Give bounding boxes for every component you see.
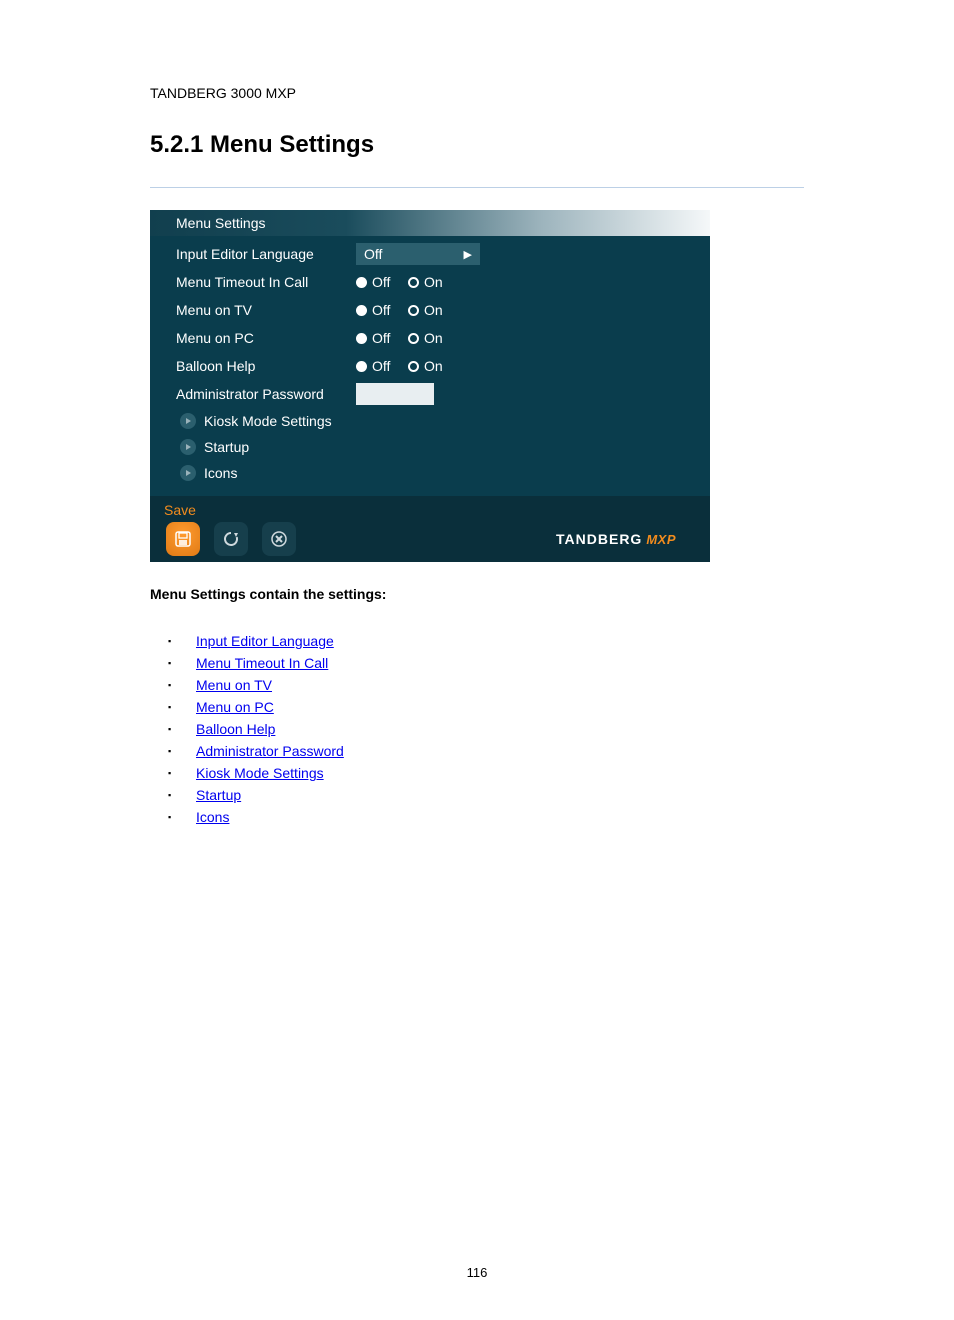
list-item: Administrator Password <box>168 740 804 762</box>
row-menu-on-pc: Menu on PC Off On <box>176 324 684 352</box>
radio-label: On <box>424 302 443 318</box>
link-menu-timeout[interactable]: Menu Timeout In Call <box>196 655 328 671</box>
radio-dot-icon <box>356 305 367 316</box>
radio-dot-icon <box>356 333 367 344</box>
subitem-startup[interactable]: Startup <box>176 434 684 460</box>
link-balloon-help[interactable]: Balloon Help <box>196 721 275 737</box>
radio-menu-pc-on[interactable]: On <box>408 330 460 346</box>
panel-body: Input Editor Language Off ▶ Menu Timeout… <box>150 236 710 496</box>
refresh-button[interactable] <box>214 522 248 556</box>
list-item: Startup <box>168 784 804 806</box>
chevron-right-icon: ▶ <box>464 248 472 261</box>
row-menu-on-tv: Menu on TV Off On <box>176 296 684 324</box>
list-item: Icons <box>168 806 804 828</box>
row-input-editor-language: Input Editor Language Off ▶ <box>176 240 684 268</box>
floppy-icon <box>174 530 192 548</box>
label-menu-timeout: Menu Timeout In Call <box>176 274 356 290</box>
menu-settings-panel: Menu Settings Input Editor Language Off … <box>150 210 710 562</box>
label-balloon-help: Balloon Help <box>176 358 356 374</box>
radio-label: On <box>424 358 443 374</box>
radio-menu-timeout-on[interactable]: On <box>408 274 460 290</box>
link-startup[interactable]: Startup <box>196 787 241 803</box>
list-item: Kiosk Mode Settings <box>168 762 804 784</box>
link-kiosk-mode-settings[interactable]: Kiosk Mode Settings <box>196 765 324 781</box>
subitem-label: Kiosk Mode Settings <box>204 413 332 429</box>
arrow-circle-icon <box>180 465 196 481</box>
radio-dot-icon <box>408 361 419 372</box>
radio-balloon-off[interactable]: Off <box>356 358 408 374</box>
link-menu-on-pc[interactable]: Menu on PC <box>196 699 274 715</box>
label-menu-on-pc: Menu on PC <box>176 330 356 346</box>
list-item: Menu Timeout In Call <box>168 652 804 674</box>
radio-label: Off <box>372 358 390 374</box>
administrator-password-field[interactable] <box>356 383 434 405</box>
row-balloon-help: Balloon Help Off On <box>176 352 684 380</box>
close-icon <box>270 530 288 548</box>
row-menu-timeout: Menu Timeout In Call Off On <box>176 268 684 296</box>
subitem-label: Startup <box>204 439 249 455</box>
row-administrator-password: Administrator Password <box>176 380 684 408</box>
page-number: 116 <box>0 1265 954 1280</box>
panel-title: Menu Settings <box>150 210 710 236</box>
radio-menu-tv-on[interactable]: On <box>408 302 460 318</box>
select-input-editor-language[interactable]: Off ▶ <box>356 243 480 265</box>
subitem-label: Icons <box>204 465 237 481</box>
radio-label: Off <box>372 274 390 290</box>
radio-menu-timeout-off[interactable]: Off <box>356 274 408 290</box>
label-input-editor-language: Input Editor Language <box>176 246 356 262</box>
radio-menu-pc-off[interactable]: Off <box>356 330 408 346</box>
save-label: Save <box>160 500 700 520</box>
radio-dot-icon <box>356 361 367 372</box>
refresh-icon <box>221 529 241 549</box>
panel-footer: Save <box>150 496 710 562</box>
radio-balloon-on[interactable]: On <box>408 358 460 374</box>
select-value: Off <box>364 246 382 262</box>
radio-dot-icon <box>408 333 419 344</box>
radio-dot-icon <box>408 305 419 316</box>
radio-label: On <box>424 274 443 290</box>
save-button[interactable] <box>166 522 200 556</box>
radio-menu-tv-off[interactable]: Off <box>356 302 408 318</box>
subitem-kiosk-mode[interactable]: Kiosk Mode Settings <box>176 408 684 434</box>
section-rule <box>150 187 804 188</box>
list-item: Input Editor Language <box>168 630 804 652</box>
radio-label: Off <box>372 330 390 346</box>
link-icons[interactable]: Icons <box>196 809 229 825</box>
brand-logo: TANDBERG MXP <box>556 531 694 547</box>
section-heading: 5.2.1 Menu Settings <box>150 131 804 159</box>
brand-name: TANDBERG <box>556 531 642 547</box>
link-administrator-password[interactable]: Administrator Password <box>196 743 344 759</box>
links-list: Input Editor Language Menu Timeout In Ca… <box>168 630 804 828</box>
document-title: TANDBERG 3000 MXP <box>150 85 804 101</box>
brand-suffix: MXP <box>646 532 676 547</box>
radio-label: Off <box>372 302 390 318</box>
link-input-editor-language[interactable]: Input Editor Language <box>196 633 334 649</box>
list-item: Menu on TV <box>168 674 804 696</box>
radio-dot-icon <box>408 277 419 288</box>
label-menu-on-tv: Menu on TV <box>176 302 356 318</box>
link-menu-on-tv[interactable]: Menu on TV <box>196 677 272 693</box>
radio-label: On <box>424 330 443 346</box>
list-item: Balloon Help <box>168 718 804 740</box>
links-subtitle: Menu Settings contain the settings: <box>150 586 804 602</box>
arrow-circle-icon <box>180 439 196 455</box>
subitem-icons[interactable]: Icons <box>176 460 684 486</box>
close-button[interactable] <box>262 522 296 556</box>
list-item: Menu on PC <box>168 696 804 718</box>
arrow-circle-icon <box>180 413 196 429</box>
radio-dot-icon <box>356 277 367 288</box>
label-administrator-password: Administrator Password <box>176 386 356 402</box>
